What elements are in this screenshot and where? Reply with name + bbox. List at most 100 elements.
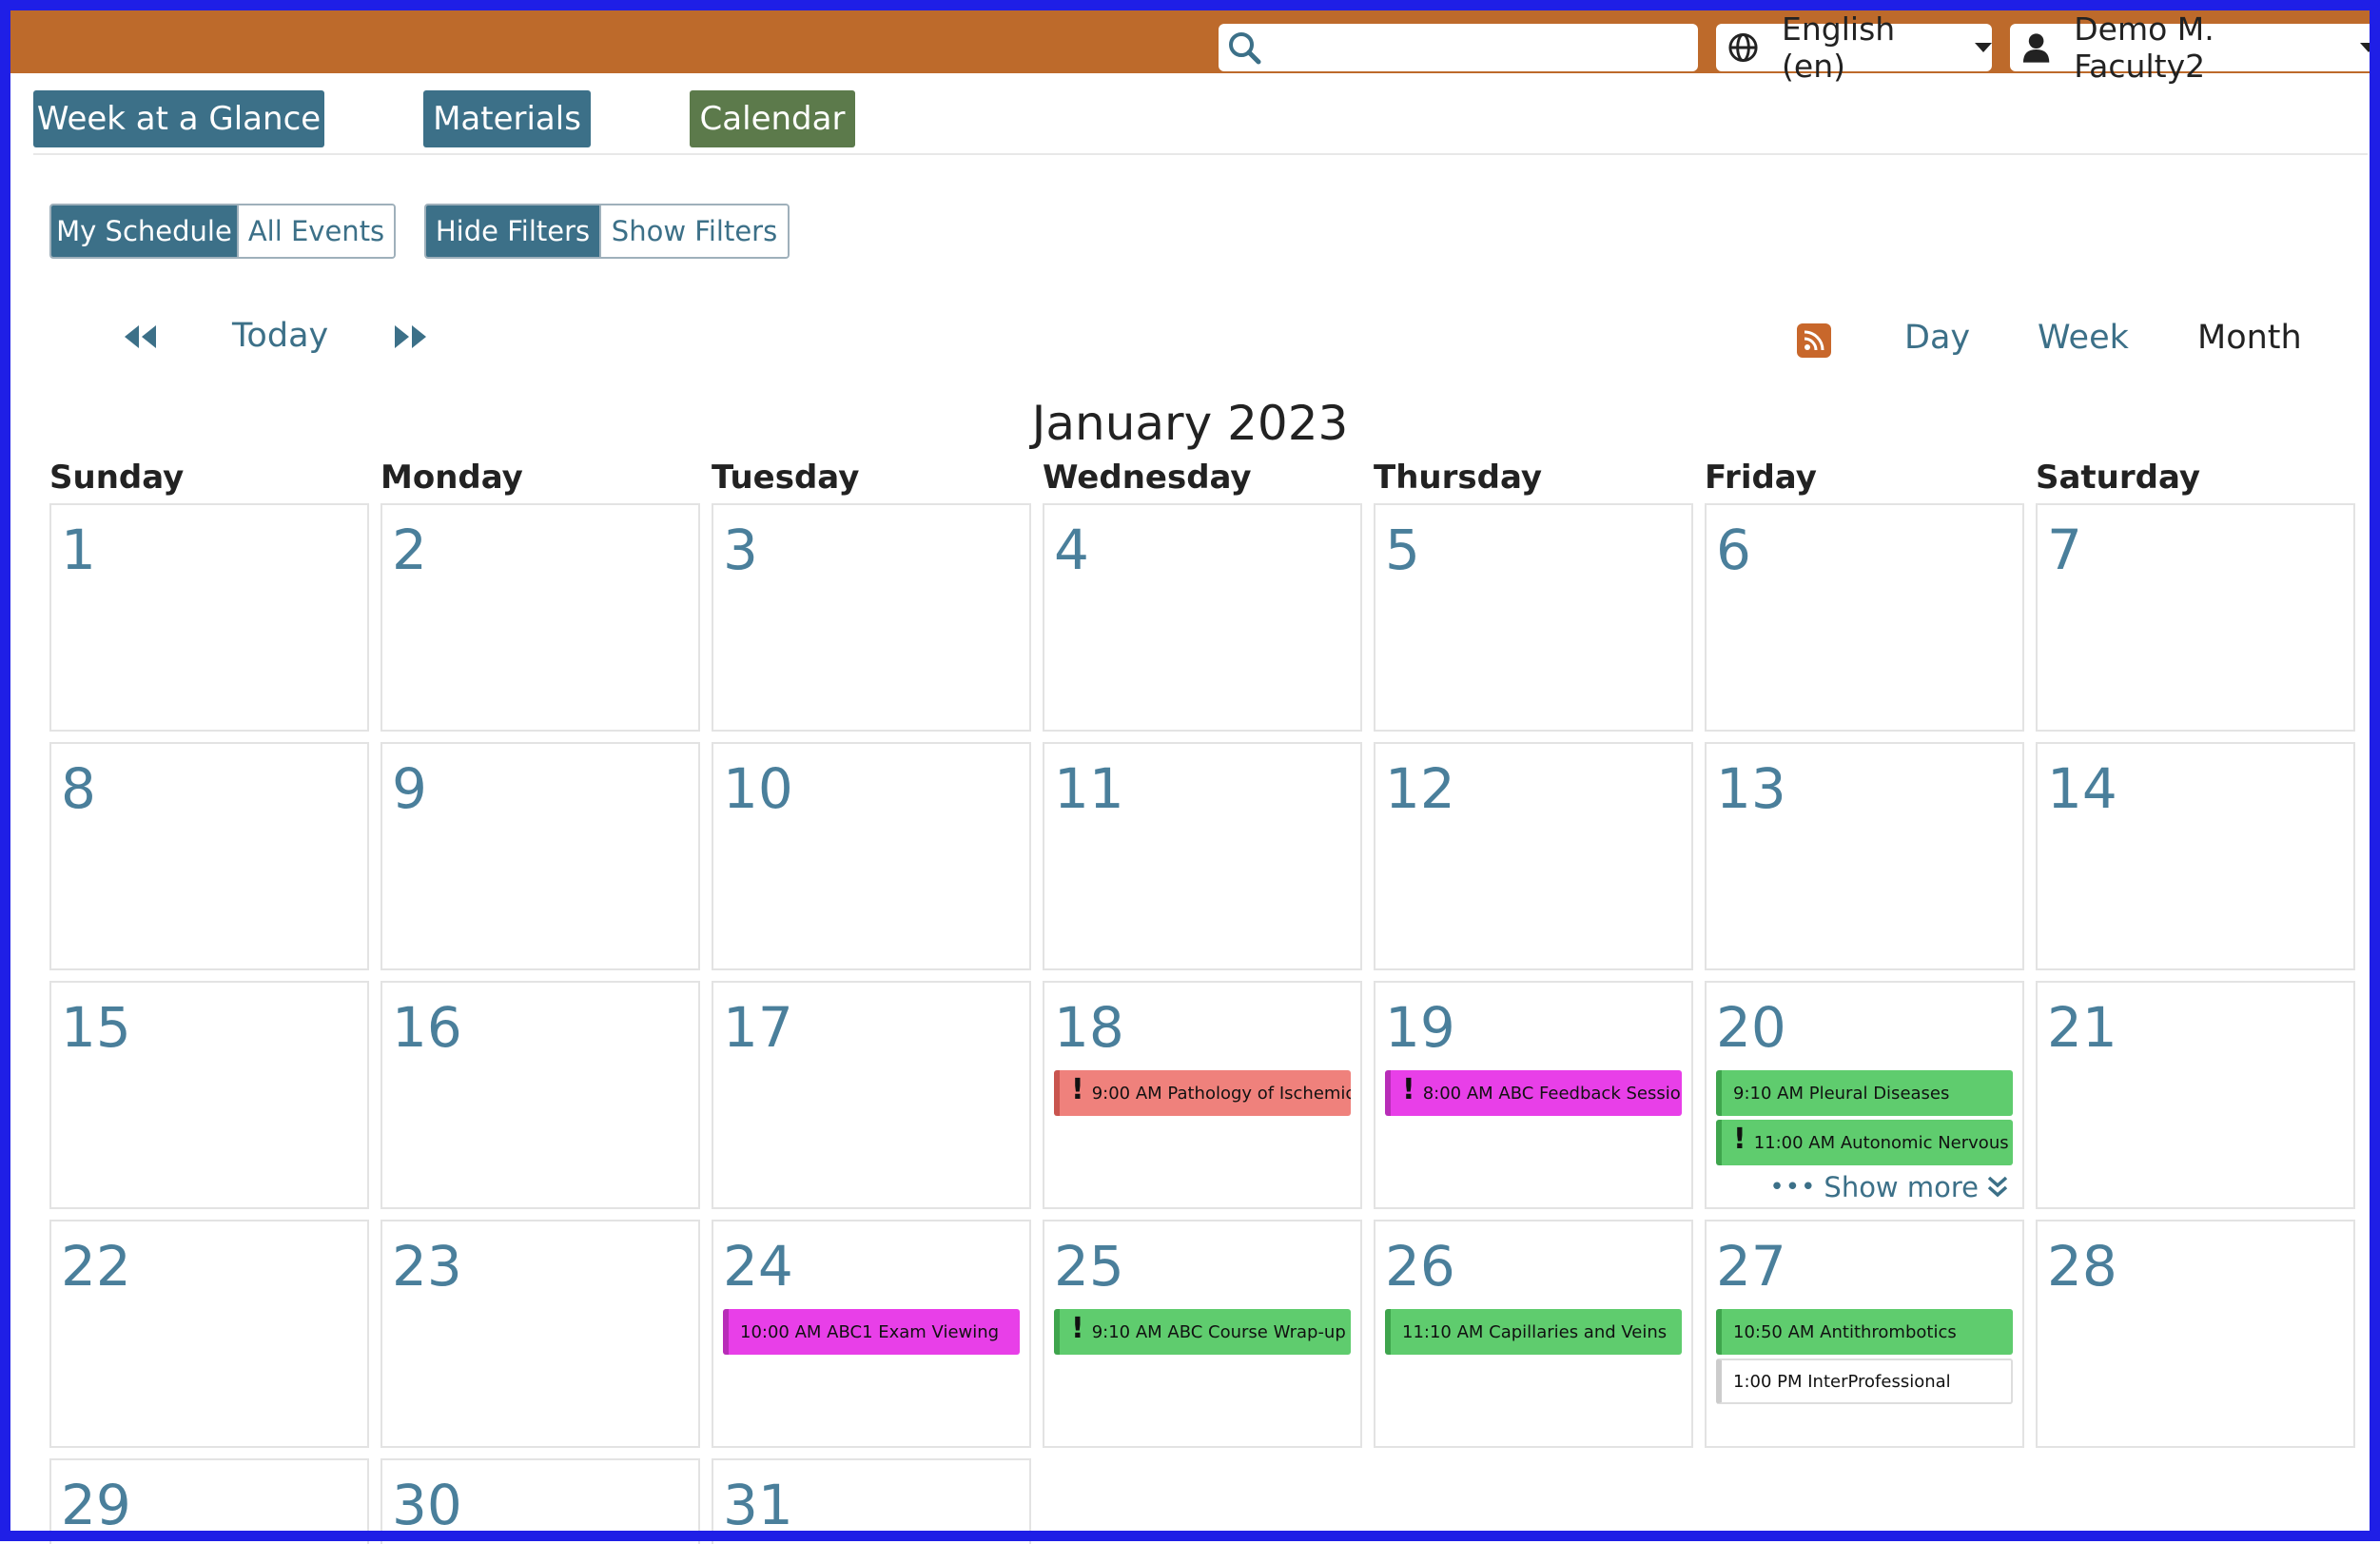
hide-filters-button[interactable]: Hide Filters <box>426 205 599 257</box>
day-cell[interactable]: 27 10:50 AM Antithrombotics 1:00 PM Inte… <box>1705 1220 2024 1448</box>
day-view-button[interactable]: Day <box>1904 319 1970 357</box>
week-at-a-glance-button[interactable]: Week at a Glance <box>33 90 324 147</box>
day-number[interactable]: 10 <box>723 755 793 822</box>
day-number[interactable]: 3 <box>723 517 758 583</box>
day-cell[interactable]: 3 <box>712 503 1031 732</box>
day-number[interactable]: 21 <box>2047 994 2117 1061</box>
day-cell[interactable]: 21 <box>2036 981 2355 1209</box>
day-number[interactable]: 8 <box>61 755 96 822</box>
day-number[interactable]: 11 <box>1054 755 1124 822</box>
day-cell[interactable]: 14 <box>2036 742 2355 970</box>
day-number[interactable]: 12 <box>1385 755 1455 822</box>
day-cell[interactable]: 30 <box>380 1458 700 1544</box>
day-number[interactable]: 14 <box>2047 755 2117 822</box>
day-number[interactable]: 29 <box>61 1472 131 1538</box>
day-number[interactable]: 1 <box>61 517 96 583</box>
alert-icon: ! <box>1733 1122 1746 1156</box>
day-number[interactable]: 27 <box>1716 1233 1786 1300</box>
next-month-button[interactable] <box>392 322 430 360</box>
day-number[interactable]: 13 <box>1716 755 1786 822</box>
day-number[interactable]: 7 <box>2047 517 2082 583</box>
day-cell[interactable]: 2 <box>380 503 700 732</box>
day-cell[interactable]: 13 <box>1705 742 2024 970</box>
chevron-down-icon <box>1975 43 1992 52</box>
week-view-button[interactable]: Week <box>2038 319 2129 357</box>
day-number[interactable]: 9 <box>392 755 427 822</box>
calendar-event[interactable]: ! 11:00 AM Autonomic Nervous <box>1716 1120 2013 1165</box>
weekday-header-tuesday: Tuesday <box>712 459 860 497</box>
day-cell[interactable]: 11 <box>1043 742 1362 970</box>
weekday-header-wednesday: Wednesday <box>1043 459 1252 497</box>
weekday-header-friday: Friday <box>1705 459 1817 497</box>
day-cell[interactable]: 24 10:00 AM ABC1 Exam Viewing <box>712 1220 1031 1448</box>
search-icon[interactable] <box>1224 28 1266 69</box>
day-cell[interactable]: 31 <box>712 1458 1031 1544</box>
day-cell[interactable]: 5 <box>1374 503 1693 732</box>
day-number[interactable]: 4 <box>1054 517 1089 583</box>
show-filters-button[interactable]: Show Filters <box>599 205 788 257</box>
day-number[interactable]: 24 <box>723 1233 793 1300</box>
user-menu[interactable]: Demo M. Faculty2 <box>2010 10 2377 85</box>
calendar-event[interactable]: 9:10 AM Pleural Diseases <box>1716 1070 2013 1116</box>
day-cell[interactable]: 8 <box>49 742 369 970</box>
search-box[interactable] <box>1219 24 1698 71</box>
day-cell[interactable]: 19 ! 8:00 AM ABC Feedback Session <box>1374 981 1693 1209</box>
day-cell[interactable]: 23 <box>380 1220 700 1448</box>
event-label: 9:00 AM Pathology of Ischemic <box>1091 1083 1351 1104</box>
day-cell[interactable]: 7 <box>2036 503 2355 732</box>
day-number[interactable]: 25 <box>1054 1233 1124 1300</box>
day-cell[interactable]: 10 <box>712 742 1031 970</box>
day-number[interactable]: 28 <box>2047 1233 2117 1300</box>
day-cell[interactable]: 15 <box>49 981 369 1209</box>
day-number[interactable]: 5 <box>1385 517 1420 583</box>
day-number[interactable]: 19 <box>1385 994 1455 1061</box>
day-number[interactable]: 23 <box>392 1233 462 1300</box>
day-cell[interactable]: 1 <box>49 503 369 732</box>
language-dropdown[interactable]: English (en) <box>1716 10 1992 85</box>
rss-feed-icon[interactable] <box>1797 323 1831 358</box>
day-cell[interactable]: 22 <box>49 1220 369 1448</box>
day-cell[interactable]: 6 <box>1705 503 2024 732</box>
day-cell[interactable]: 12 <box>1374 742 1693 970</box>
day-number[interactable]: 30 <box>392 1472 462 1538</box>
calendar-event[interactable]: 10:00 AM ABC1 Exam Viewing <box>723 1309 1020 1355</box>
day-cell[interactable]: 16 <box>380 981 700 1209</box>
day-cell[interactable]: 26 11:10 AM Capillaries and Veins <box>1374 1220 1693 1448</box>
day-number[interactable]: 15 <box>61 994 131 1061</box>
day-number[interactable]: 31 <box>723 1472 793 1538</box>
day-number[interactable]: 18 <box>1054 994 1124 1061</box>
day-number[interactable]: 16 <box>392 994 462 1061</box>
calendar-event[interactable]: 1:00 PM InterProfessional <box>1716 1358 2013 1404</box>
day-number[interactable]: 22 <box>61 1233 131 1300</box>
day-cell[interactable]: 4 <box>1043 503 1362 732</box>
day-number[interactable]: 17 <box>723 994 793 1061</box>
day-cell[interactable]: 18 ! 9:00 AM Pathology of Ischemic <box>1043 981 1362 1209</box>
day-number[interactable]: 20 <box>1716 994 1786 1061</box>
month-view-button[interactable]: Month <box>2197 319 2302 357</box>
calendar-event[interactable]: ! 9:00 AM Pathology of Ischemic <box>1054 1070 1351 1116</box>
weekday-header-monday: Monday <box>380 459 523 497</box>
day-cell[interactable]: 9 <box>380 742 700 970</box>
materials-button[interactable]: Materials <box>423 90 591 147</box>
weekday-header-thursday: Thursday <box>1374 459 1543 497</box>
day-number[interactable]: 2 <box>392 517 427 583</box>
calendar-event[interactable]: 11:10 AM Capillaries and Veins <box>1385 1309 1682 1355</box>
day-cell[interactable]: 20 9:10 AM Pleural Diseases ! 11:00 AM A… <box>1705 981 2024 1209</box>
calendar-button[interactable]: Calendar <box>690 90 855 147</box>
show-more-link[interactable]: ••• Show more <box>1769 1171 2009 1203</box>
all-events-button[interactable]: All Events <box>237 205 394 257</box>
calendar-event[interactable]: 10:50 AM Antithrombotics <box>1716 1309 2013 1355</box>
event-label: 1:00 PM InterProfessional <box>1733 1371 1951 1392</box>
fast-forward-icon <box>395 325 426 348</box>
day-cell[interactable]: 29 <box>49 1458 369 1544</box>
previous-month-button[interactable] <box>122 322 160 360</box>
day-cell[interactable]: 17 <box>712 981 1031 1209</box>
calendar-event[interactable]: ! 9:10 AM ABC Course Wrap-up <box>1054 1309 1351 1355</box>
calendar-event[interactable]: ! 8:00 AM ABC Feedback Session <box>1385 1070 1682 1116</box>
my-schedule-button[interactable]: My Schedule <box>51 205 237 257</box>
today-button[interactable]: Today <box>232 317 328 355</box>
day-number[interactable]: 6 <box>1716 517 1751 583</box>
day-cell[interactable]: 28 <box>2036 1220 2355 1448</box>
day-number[interactable]: 26 <box>1385 1233 1455 1300</box>
day-cell[interactable]: 25 ! 9:10 AM ABC Course Wrap-up <box>1043 1220 1362 1448</box>
